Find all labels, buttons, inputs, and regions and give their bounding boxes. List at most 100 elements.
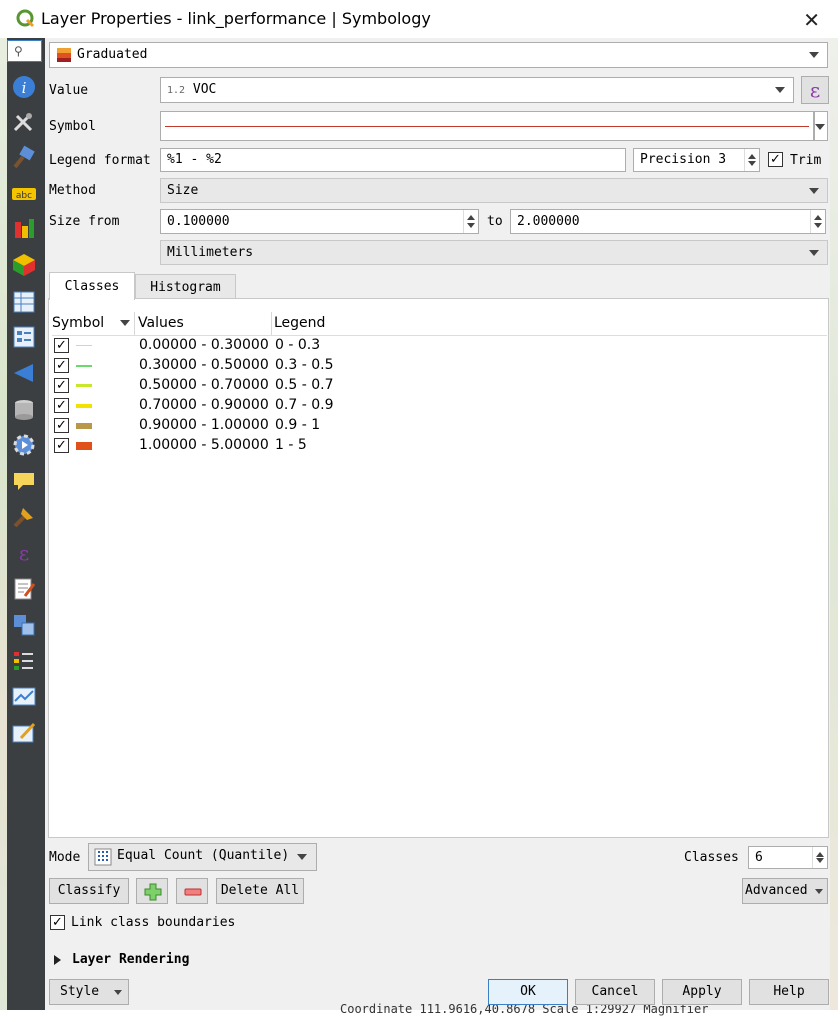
class-visible-checkbox[interactable]: ✓ xyxy=(54,358,69,373)
class-visible-checkbox[interactable]: ✓ xyxy=(54,398,69,413)
symbol-button[interactable] xyxy=(160,111,814,141)
size-from-value: 0.100000 xyxy=(167,214,230,229)
class-legend[interactable]: 0.7 - 0.9 xyxy=(275,397,333,413)
labels-icon[interactable]: abc xyxy=(11,181,37,207)
column-header-values[interactable]: Values xyxy=(138,315,184,331)
class-legend[interactable]: 0 - 0.3 xyxy=(275,337,320,353)
method-select[interactable]: Size xyxy=(160,178,828,203)
mode-select[interactable]: Equal Count (Quantile) xyxy=(88,843,317,871)
class-symbol-swatch[interactable] xyxy=(76,442,92,450)
diagrams-icon[interactable] xyxy=(11,216,37,242)
expression-button[interactable]: ε xyxy=(801,76,829,104)
dependencies-icon[interactable] xyxy=(11,612,37,638)
class-visible-checkbox[interactable]: ✓ xyxy=(54,378,69,393)
renderer-select[interactable]: Graduated xyxy=(49,42,828,68)
information-icon[interactable]: i xyxy=(11,74,37,100)
table-row[interactable]: ✓ 0.70000 - 0.90000 0.7 - 0.9 xyxy=(52,396,827,416)
spin-buttons[interactable] xyxy=(744,149,759,171)
classes-count-spinbox[interactable]: 6 xyxy=(748,846,828,869)
size-to-spinbox[interactable]: 2.000000 xyxy=(510,209,826,234)
variables-icon[interactable]: ε xyxy=(11,540,37,566)
value-field-select[interactable]: 1.2 VOC xyxy=(160,77,794,103)
unit-select[interactable]: Millimeters xyxy=(160,240,828,265)
advanced-button[interactable]: Advanced xyxy=(742,878,828,904)
symbol-menu-button[interactable] xyxy=(814,111,828,141)
digitizing-icon[interactable] xyxy=(11,720,37,746)
spin-down-icon xyxy=(467,223,475,228)
tab-histogram[interactable]: Histogram xyxy=(135,274,236,299)
classes-count-label: Classes xyxy=(684,850,739,865)
advanced-label: Advanced xyxy=(745,883,808,898)
class-symbol-swatch[interactable] xyxy=(76,365,92,367)
class-symbol-swatch[interactable] xyxy=(76,345,92,346)
display-icon[interactable] xyxy=(11,468,37,494)
chevron-down-icon xyxy=(114,990,122,995)
help-button[interactable]: Help xyxy=(749,979,829,1005)
size-to-label: to xyxy=(487,214,503,229)
remove-class-button[interactable] xyxy=(176,878,208,904)
svg-text:i: i xyxy=(22,79,27,97)
class-values[interactable]: 1.00000 - 5.00000 xyxy=(139,437,269,453)
cancel-button[interactable]: Cancel xyxy=(575,979,655,1005)
sidebar-search-input[interactable]: ⚲ xyxy=(7,40,42,62)
style-button[interactable]: Style xyxy=(49,979,129,1005)
rendering-icon[interactable] xyxy=(11,504,37,530)
attributes-form-icon[interactable] xyxy=(11,324,37,350)
legend-icon[interactable] xyxy=(11,648,37,674)
class-legend[interactable]: 0.5 - 0.7 xyxy=(275,377,333,393)
class-legend[interactable]: 0.9 - 1 xyxy=(275,417,320,433)
class-symbol-swatch[interactable] xyxy=(76,423,92,429)
class-values[interactable]: 0.30000 - 0.50000 xyxy=(139,357,269,373)
class-visible-checkbox[interactable]: ✓ xyxy=(54,438,69,453)
apply-button[interactable]: Apply xyxy=(662,979,742,1005)
column-header-symbol[interactable]: Symbol xyxy=(52,315,104,331)
spin-up-icon xyxy=(814,215,822,220)
tab-classes[interactable]: Classes xyxy=(49,272,135,300)
chevron-down-icon xyxy=(815,124,825,130)
class-symbol-swatch[interactable] xyxy=(76,404,92,408)
class-values[interactable]: 0.70000 - 0.90000 xyxy=(139,397,269,413)
table-row[interactable]: ✓ 0.30000 - 0.50000 0.3 - 0.5 xyxy=(52,356,827,376)
close-icon[interactable]: ✕ xyxy=(803,8,820,32)
class-legend[interactable]: 1 - 5 xyxy=(275,437,307,453)
auxiliary-storage-icon[interactable] xyxy=(11,397,37,423)
3d-view-icon[interactable] xyxy=(11,252,37,278)
spin-buttons[interactable] xyxy=(812,847,827,868)
joins-icon[interactable] xyxy=(11,360,37,386)
ok-button[interactable]: OK xyxy=(488,979,568,1005)
class-values[interactable]: 0.50000 - 0.70000 xyxy=(139,377,269,393)
title-bar: Layer Properties - link_performance | Sy… xyxy=(0,0,838,38)
window-title: Layer Properties - link_performance | Sy… xyxy=(41,9,431,28)
column-header-legend[interactable]: Legend xyxy=(274,315,325,331)
class-visible-checkbox[interactable]: ✓ xyxy=(54,418,69,433)
class-visible-checkbox[interactable]: ✓ xyxy=(54,338,69,353)
chevron-down-icon xyxy=(815,889,823,894)
qgis-server-icon[interactable] xyxy=(11,684,37,710)
table-row[interactable]: ✓ 1.00000 - 5.00000 1 - 5 xyxy=(52,436,827,456)
precision-spinbox[interactable]: Precision 3 xyxy=(633,148,760,172)
classify-button[interactable]: Classify xyxy=(49,878,129,904)
trim-checkbox[interactable]: ✓ xyxy=(768,152,783,167)
link-class-boundaries-checkbox[interactable]: ✓ xyxy=(50,915,65,930)
legend-format-input[interactable]: %1 - %2 xyxy=(160,148,626,172)
table-row[interactable]: ✓ 0.50000 - 0.70000 0.5 - 0.7 xyxy=(52,376,827,396)
class-values[interactable]: 0.00000 - 0.30000 xyxy=(139,337,269,353)
actions-icon[interactable] xyxy=(11,432,37,458)
fields-icon[interactable] xyxy=(11,289,37,315)
spin-buttons[interactable] xyxy=(810,210,825,233)
spin-buttons[interactable] xyxy=(463,210,478,233)
class-values[interactable]: 0.90000 - 1.00000 xyxy=(139,417,269,433)
class-legend[interactable]: 0.3 - 0.5 xyxy=(275,357,333,373)
expand-arrow-icon[interactable] xyxy=(54,955,61,965)
metadata-icon[interactable] xyxy=(11,576,37,602)
source-icon[interactable] xyxy=(11,110,37,136)
delete-all-button[interactable]: Delete All xyxy=(216,878,304,904)
add-class-button[interactable] xyxy=(136,878,168,904)
class-symbol-swatch[interactable] xyxy=(76,384,92,387)
size-from-spinbox[interactable]: 0.100000 xyxy=(160,209,479,234)
table-row[interactable]: ✓ 0.90000 - 1.00000 0.9 - 1 xyxy=(52,416,827,436)
symbology-icon[interactable] xyxy=(11,145,37,171)
table-row[interactable]: ✓ 0.00000 - 0.30000 0 - 0.3 xyxy=(52,336,827,356)
size-to-value: 2.000000 xyxy=(517,214,580,229)
layer-rendering-header[interactable]: Layer Rendering xyxy=(72,952,189,967)
